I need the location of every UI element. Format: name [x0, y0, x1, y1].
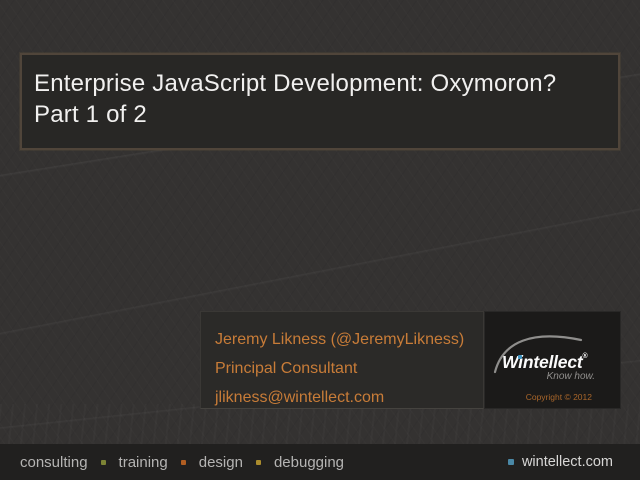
title-box: Enterprise JavaScript Development: Oxymo…	[20, 53, 620, 150]
logo-tagline: Know how.	[547, 371, 595, 382]
title-line-1: Enterprise JavaScript Development: Oxymo…	[34, 68, 606, 99]
speaker-info-box: Jeremy Likness (@JeremyLikness) Principa…	[200, 311, 484, 409]
website-group: wintellect.com	[508, 444, 613, 480]
wintellect-logo-box: Wintellect® Know how. Copyright © 2012	[484, 311, 621, 409]
speaker-name: Jeremy Likness (@JeremyLikness)	[215, 325, 483, 354]
footer-item-training: training	[119, 454, 168, 471]
website-bullet-icon	[508, 459, 514, 465]
bullet-separator-icon	[256, 460, 261, 465]
bullet-separator-icon	[101, 460, 106, 465]
copyright-text: Copyright © 2012	[526, 392, 592, 402]
brand-text: Wintellect®	[502, 352, 587, 373]
bullet-separator-icon	[181, 460, 186, 465]
slide-background: Enterprise JavaScript Development: Oxymo…	[0, 0, 640, 480]
footer-item-debugging: debugging	[274, 454, 344, 471]
speaker-email: jlikness@wintellect.com	[215, 383, 483, 412]
title-line-2: Part 1 of 2	[34, 99, 606, 130]
brand-trademark: ®	[583, 353, 588, 360]
footer-item-design: design	[199, 454, 243, 471]
brand-name: Wintellect	[502, 352, 583, 372]
footer-item-consulting: consulting	[20, 454, 88, 471]
website-label: wintellect.com	[522, 454, 613, 470]
speaker-role: Principal Consultant	[215, 354, 483, 383]
footer-bar: consulting training design debugging win…	[0, 444, 640, 480]
brand-i-dot-icon	[518, 355, 522, 359]
